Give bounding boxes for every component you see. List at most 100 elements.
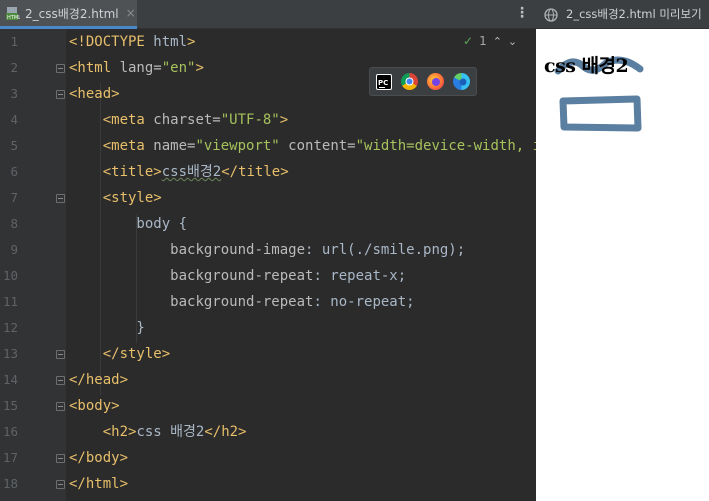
preview-tab-label[interactable]: 2_css배경2.html 미리보기 [566,6,702,22]
code-token: background-repeat [170,268,314,284]
code-token: <h2> [102,424,137,440]
pycharm-icon[interactable]: PC [376,73,392,90]
code-line[interactable]: } [69,315,144,341]
code-line[interactable]: </body> [69,445,128,471]
line-number: 13 [2,346,18,361]
line-number: 11 [2,294,18,309]
code-token: "viewport" [195,138,280,154]
smile-background-image [554,56,644,132]
line-number: 4 [10,112,18,127]
code-line[interactable]: background-repeat: no-repeat; [69,289,414,315]
line-number: 6 [10,164,18,179]
line-number: 16 [2,424,18,439]
editor-tab-label: 2_css배경2.html [25,6,119,21]
code-token: : url(./smile.png); [305,242,466,258]
code-editor[interactable]: <!DOCTYPE html> <html lang="en"> <head> <m… [66,29,536,501]
code-token: </title> [221,164,289,180]
code-token: <style> [102,190,162,206]
previous-problem-icon[interactable]: ⌃ [493,35,502,48]
code-line[interactable]: <meta charset="UTF-8"> [69,107,288,133]
edge-icon[interactable] [453,73,470,90]
code-token: charset= [153,112,221,128]
code-token: css배경2 [161,164,222,180]
code-token: css 배경2 [136,424,205,440]
code-token: > [279,112,289,128]
code-token: </body> [69,450,129,466]
code-token: > [195,60,204,76]
code-token: <title> [102,164,162,180]
preview-tab-bar: 2_css배경2.html 미리보기 [536,0,709,29]
close-tab-icon[interactable]: × [126,6,136,20]
html-file-icon: HTML [6,6,21,21]
code-token: : repeat-x; [313,268,407,284]
fold-toggle-icon[interactable] [56,64,65,73]
line-number: 1 [10,34,18,49]
line-number: 12 [2,320,18,335]
browser-popup: PC [369,67,477,96]
line-number: 5 [10,138,18,153]
code-line[interactable]: background-image: url(./smile.png); [69,237,465,263]
check-icon: ✓ [463,34,474,48]
code-token: html [153,34,188,50]
code-line[interactable]: background-repeat: repeat-x; [69,263,406,289]
code-token: background-repeat [170,294,314,310]
editor-tab-bar: HTML 2_css배경2.html × ⋮ [0,0,536,29]
line-number: 18 [2,476,18,491]
next-problem-icon[interactable]: ⌄ [508,35,517,48]
fold-toggle-icon[interactable] [56,454,65,463]
code-line[interactable]: <meta name="viewport" content="width=dev… [69,133,536,159]
code-token: </style> [102,346,171,362]
code-token: </head> [69,372,129,388]
code-token: background-image [170,242,306,258]
editor-tab-html[interactable]: HTML 2_css배경2.html × [0,0,137,29]
line-number: 10 [2,268,18,283]
code-line[interactable]: </html> [69,471,128,497]
fold-toggle-icon[interactable] [56,90,65,99]
preview-pane: css 배경2 [536,29,709,501]
chrome-icon[interactable] [401,73,418,90]
line-number-gutter: 1 2 3 4 5 6 7 8 9 10 11 12 13 14 15 16 17 18 [0,29,66,501]
code-line[interactable]: </head> [69,367,128,393]
code-token: </h2> [204,424,247,440]
fold-toggle-icon[interactable] [56,194,65,203]
code-token: <body> [69,398,120,414]
code-line[interactable]: <head> [69,81,120,107]
line-number: 2 [10,60,18,75]
line-number: 3 [10,86,18,101]
code-token: "UTF-8" [220,112,280,128]
line-number: 8 [10,216,18,231]
fold-toggle-icon[interactable] [56,376,65,385]
inspection-widget[interactable]: ✓ 1 ⌃ ⌄ [463,34,517,48]
code-token: "en" [161,60,196,76]
line-number: 17 [2,450,18,465]
code-token: <head> [69,86,120,102]
code-line[interactable]: <title>css배경2</title> [69,159,289,185]
line-number: 14 [2,372,18,387]
code-token: lang= [119,60,162,76]
more-options-icon[interactable]: ⋮ [515,6,529,20]
code-line[interactable]: <html lang="en"> [69,55,204,81]
line-number: 9 [10,242,18,257]
code-line[interactable]: <!DOCTYPE html> [69,29,195,55]
svg-text:HTML: HTML [7,15,20,21]
firefox-icon[interactable] [427,73,444,90]
code-line[interactable]: <body> [69,393,120,419]
code-line[interactable]: </style> [69,341,170,367]
fold-toggle-icon[interactable] [56,402,65,411]
code-line[interactable]: <h2>css 배경2</h2> [69,419,247,445]
code-token: <html [69,60,120,76]
fold-toggle-icon[interactable] [56,480,65,489]
code-line[interactable]: <style> [69,185,162,211]
svg-text:PC: PC [378,79,388,87]
code-line[interactable]: body { [69,211,187,237]
line-number: 15 [2,398,18,413]
fold-toggle-icon[interactable] [56,350,65,359]
